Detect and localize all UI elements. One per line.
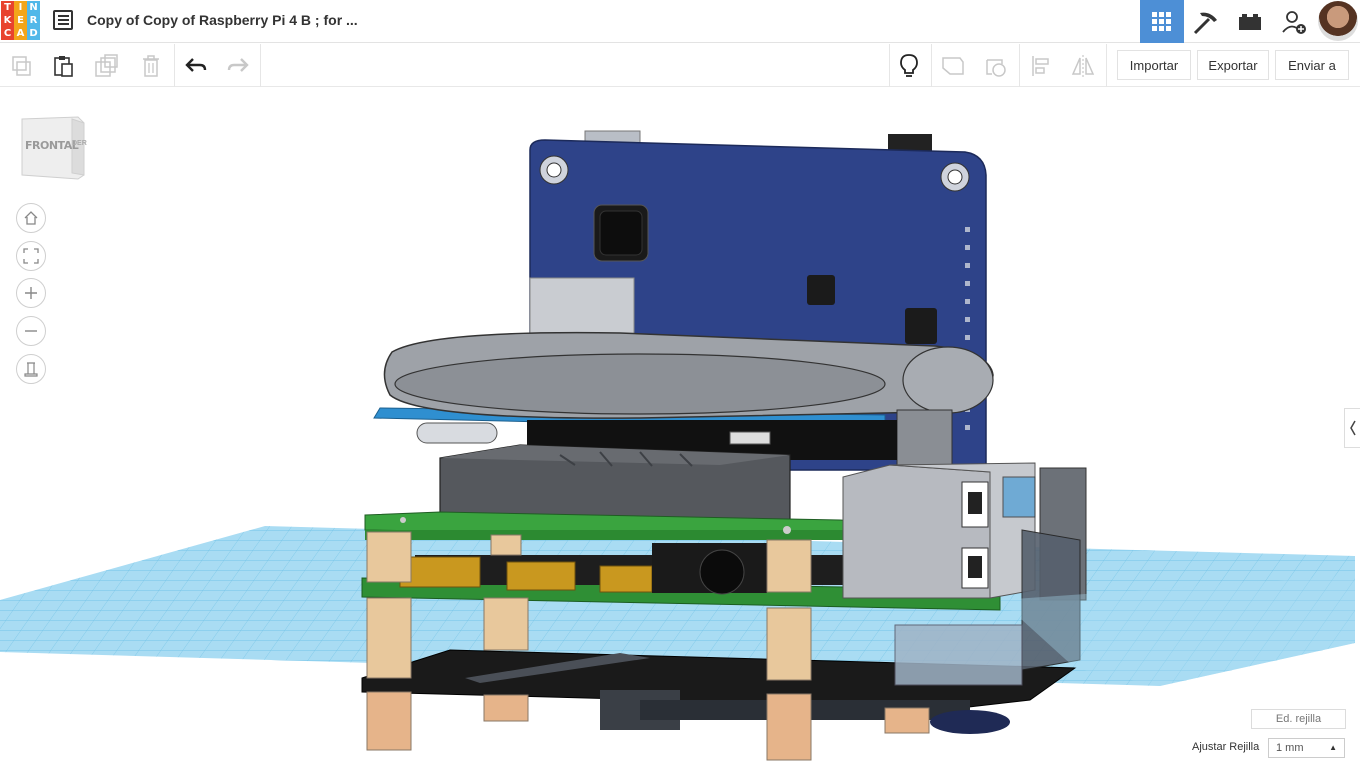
profile-avatar[interactable] [1318, 1, 1358, 41]
undo-icon[interactable] [183, 53, 209, 79]
tinkercad-logo[interactable]: TINKERCAD [1, 1, 41, 41]
workplane-viewport[interactable]: FRONTAL DER Ed. rejilla Ajustar Rejilla … [0, 87, 1360, 768]
snap-grid-label: Ajustar Rejilla [1192, 741, 1260, 753]
paste-icon[interactable] [50, 53, 76, 79]
edit-grid-button[interactable]: Ed. rejilla [1251, 709, 1346, 729]
logo-letter: D [27, 27, 40, 40]
import-button[interactable]: Importar [1117, 50, 1191, 80]
logo-letter: R [27, 14, 40, 27]
grid-view-icon[interactable] [1140, 0, 1184, 43]
chevron-left-icon [1349, 420, 1356, 436]
collapse-panel-handle[interactable] [1344, 408, 1360, 448]
duplicate-icon[interactable] [94, 53, 120, 79]
logo-letter: K [1, 14, 14, 27]
zoom-out-icon[interactable] [16, 316, 46, 346]
snap-grid-select[interactable]: 1 mm ▲ [1268, 738, 1345, 758]
logo-letter: T [1, 1, 14, 14]
logo-letter: N [27, 1, 40, 14]
snap-grid-value: 1 mm [1276, 742, 1304, 754]
edit-toolbar: Importar Exportar Enviar a [0, 44, 1360, 87]
pickaxe-icon[interactable] [1184, 0, 1228, 43]
home-icon[interactable] [16, 203, 46, 233]
bricks-icon[interactable] [1228, 0, 1272, 43]
copy-icon[interactable] [8, 53, 34, 79]
export-button[interactable]: Exportar [1197, 50, 1269, 80]
lightbulb-icon[interactable] [896, 53, 922, 79]
send-to-button[interactable]: Enviar a [1275, 50, 1349, 80]
logo-letter: C [1, 27, 14, 40]
redo-icon[interactable] [225, 53, 251, 79]
view-cube[interactable]: FRONTAL DER [20, 115, 87, 181]
zoom-in-icon[interactable] [16, 278, 46, 308]
top-bar: TINKERCAD Copy of Copy of Raspberry Pi 4… [0, 0, 1360, 43]
perspective-icon[interactable] [16, 354, 46, 384]
note-icon[interactable] [940, 53, 966, 79]
design-title[interactable]: Copy of Copy of Raspberry Pi 4 B ; for .… [87, 12, 358, 28]
align-icon[interactable] [1028, 53, 1054, 79]
add-user-icon[interactable] [1272, 0, 1316, 43]
view-cube-front-label: FRONTAL [25, 139, 79, 152]
menu-icon[interactable] [53, 10, 73, 30]
fit-view-icon[interactable] [16, 241, 46, 271]
mirror-icon[interactable] [1070, 53, 1096, 79]
fan-housing [439, 444, 791, 521]
3d-scene[interactable] [0, 87, 1360, 768]
logo-letter: A [14, 27, 27, 40]
caret-down-icon: ▲ [1329, 743, 1337, 752]
trash-icon[interactable] [138, 53, 164, 79]
workplane-icon[interactable] [984, 53, 1010, 79]
logo-letter: E [14, 14, 27, 27]
logo-letter: I [14, 1, 27, 14]
view-cube-side-label: DER [72, 140, 87, 147]
